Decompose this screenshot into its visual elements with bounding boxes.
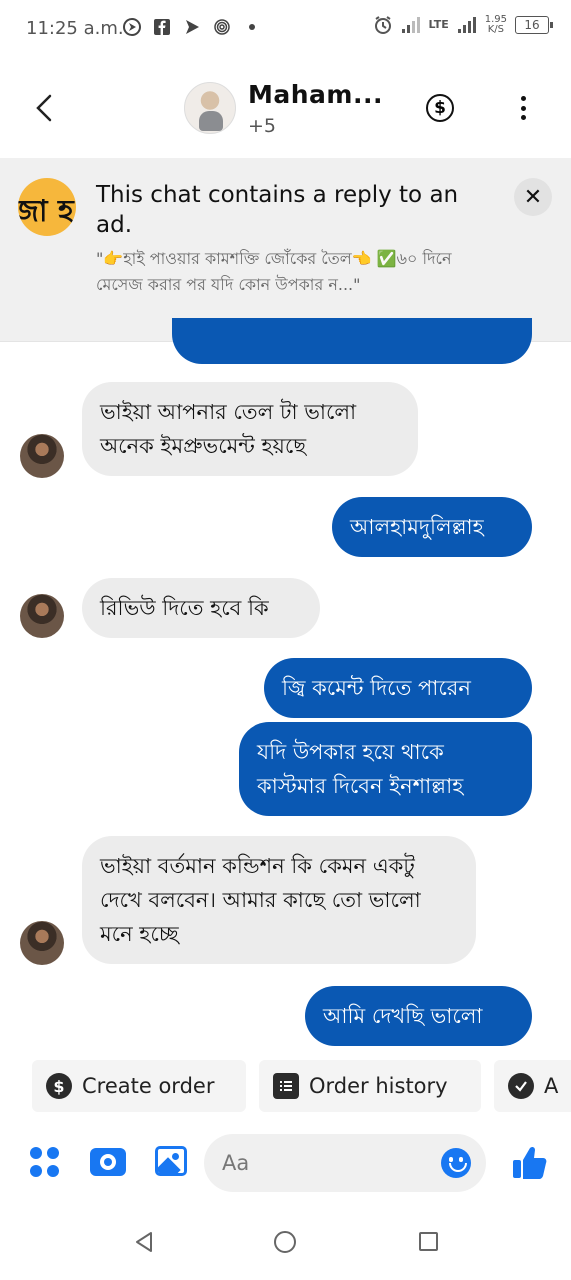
network-speed: 1.95 K/S [485,15,507,35]
third-action-label: A [544,1074,559,1098]
third-action-button[interactable]: A [494,1060,571,1112]
dot-icon [47,1164,59,1177]
dot-icon [520,105,526,111]
status-system-icons: LTE 1.95 K/S 16 [373,15,553,35]
message-bubble-incoming[interactable]: ভাইয়া বর্তমান কন্ডিশন কি কেমন একটু দেখে… [82,836,476,964]
message-composer [0,1132,571,1194]
navigation-icon [122,17,142,37]
battery-level: 16 [524,18,540,32]
dollar-icon: $ [434,98,446,118]
message-bubble-outgoing[interactable]: আলহামদুলিল্লাহ [332,497,532,557]
close-icon: ✕ [523,184,543,210]
message-bubble-incoming[interactable]: ভাইয়া আপনার তেল টা ভালো অনেক ইমপ্রুভমেন… [82,382,418,476]
status-time: 11:25 a.m. [26,18,124,39]
send-icon [182,17,202,37]
camera-button[interactable] [90,1148,126,1176]
back-button[interactable] [28,88,64,128]
fingerprint-icon [212,17,232,37]
message-bubble-outgoing-partial[interactable] [172,318,532,364]
facebook-icon [152,17,172,37]
order-history-label: Order history [309,1074,448,1098]
create-order-label: Create order [82,1074,215,1098]
sender-avatar[interactable] [20,434,64,478]
chevron-left-icon [36,94,52,122]
dollar-icon: $ [46,1073,72,1099]
nav-recents-button[interactable] [419,1232,438,1251]
triangle-left-icon [136,1232,152,1252]
alarm-icon [373,15,393,35]
signal-icon-2 [457,15,477,35]
status-bar: 11:25 a.m. LTE 1.95 K/S 16 [0,0,571,58]
ad-logo-text: জা হ [18,194,74,229]
system-navigation-bar [0,1200,571,1280]
dot-icon [242,17,262,37]
status-notification-icons [122,17,262,37]
ad-banner-title: This chat contains a reply to an ad. [96,182,459,238]
ad-page-logo: জা হ [18,178,76,236]
sender-avatar[interactable] [20,921,64,965]
network-type: LTE [428,18,449,31]
close-ad-banner-button[interactable]: ✕ [514,178,552,216]
dot-icon [520,115,526,120]
list-icon [273,1073,299,1099]
gallery-button[interactable] [155,1146,187,1176]
order-history-button[interactable]: Order history [259,1060,481,1112]
thumbs-up-icon [513,1146,547,1179]
more-apps-button[interactable] [30,1147,60,1177]
dot-icon [30,1147,42,1159]
create-order-button[interactable]: $ Create order [32,1060,246,1112]
message-bubble-outgoing[interactable]: আমি দেখছি ভালো [305,986,532,1046]
ad-banner-snippet: "👉হাই পাওয়ার কামশক্তি জোঁকের তৈল👈 ✅৬০ দ… [96,249,452,294]
battery-icon: 16 [515,16,553,34]
ad-reply-banner[interactable]: জা হ This chat contains a reply to an ad… [0,158,571,342]
dot-icon [47,1147,59,1159]
nav-home-button[interactable] [274,1231,296,1253]
participant-count: +5 [248,115,277,137]
more-options-button[interactable] [510,94,536,122]
payment-button[interactable]: $ [426,94,454,122]
message-bubble-outgoing[interactable]: যদি উপকার হয়ে থাকে কাস্টমার দিবেন ইনশাল… [239,722,532,816]
contact-avatar[interactable] [184,82,236,134]
contact-name[interactable]: Maham... [248,80,383,109]
message-bubble-outgoing[interactable]: জ্বি কমেন্ট দিতে পারেন [264,658,532,718]
network-speed-unit: K/S [487,24,504,35]
like-button[interactable] [510,1144,550,1182]
emoji-button[interactable] [441,1148,471,1178]
quick-actions-bar: $ Create order Order history A [0,1060,571,1114]
message-bubble-incoming[interactable]: রিভিউ দিতে হবে কি [82,578,320,638]
sender-avatar[interactable] [20,594,64,638]
nav-back-button[interactable] [132,1230,156,1254]
chat-header: Maham... +5 $ [0,58,571,158]
checkmark-icon [508,1073,534,1099]
signal-icon [401,15,421,35]
dot-icon [30,1164,42,1177]
dot-icon [520,96,526,101]
